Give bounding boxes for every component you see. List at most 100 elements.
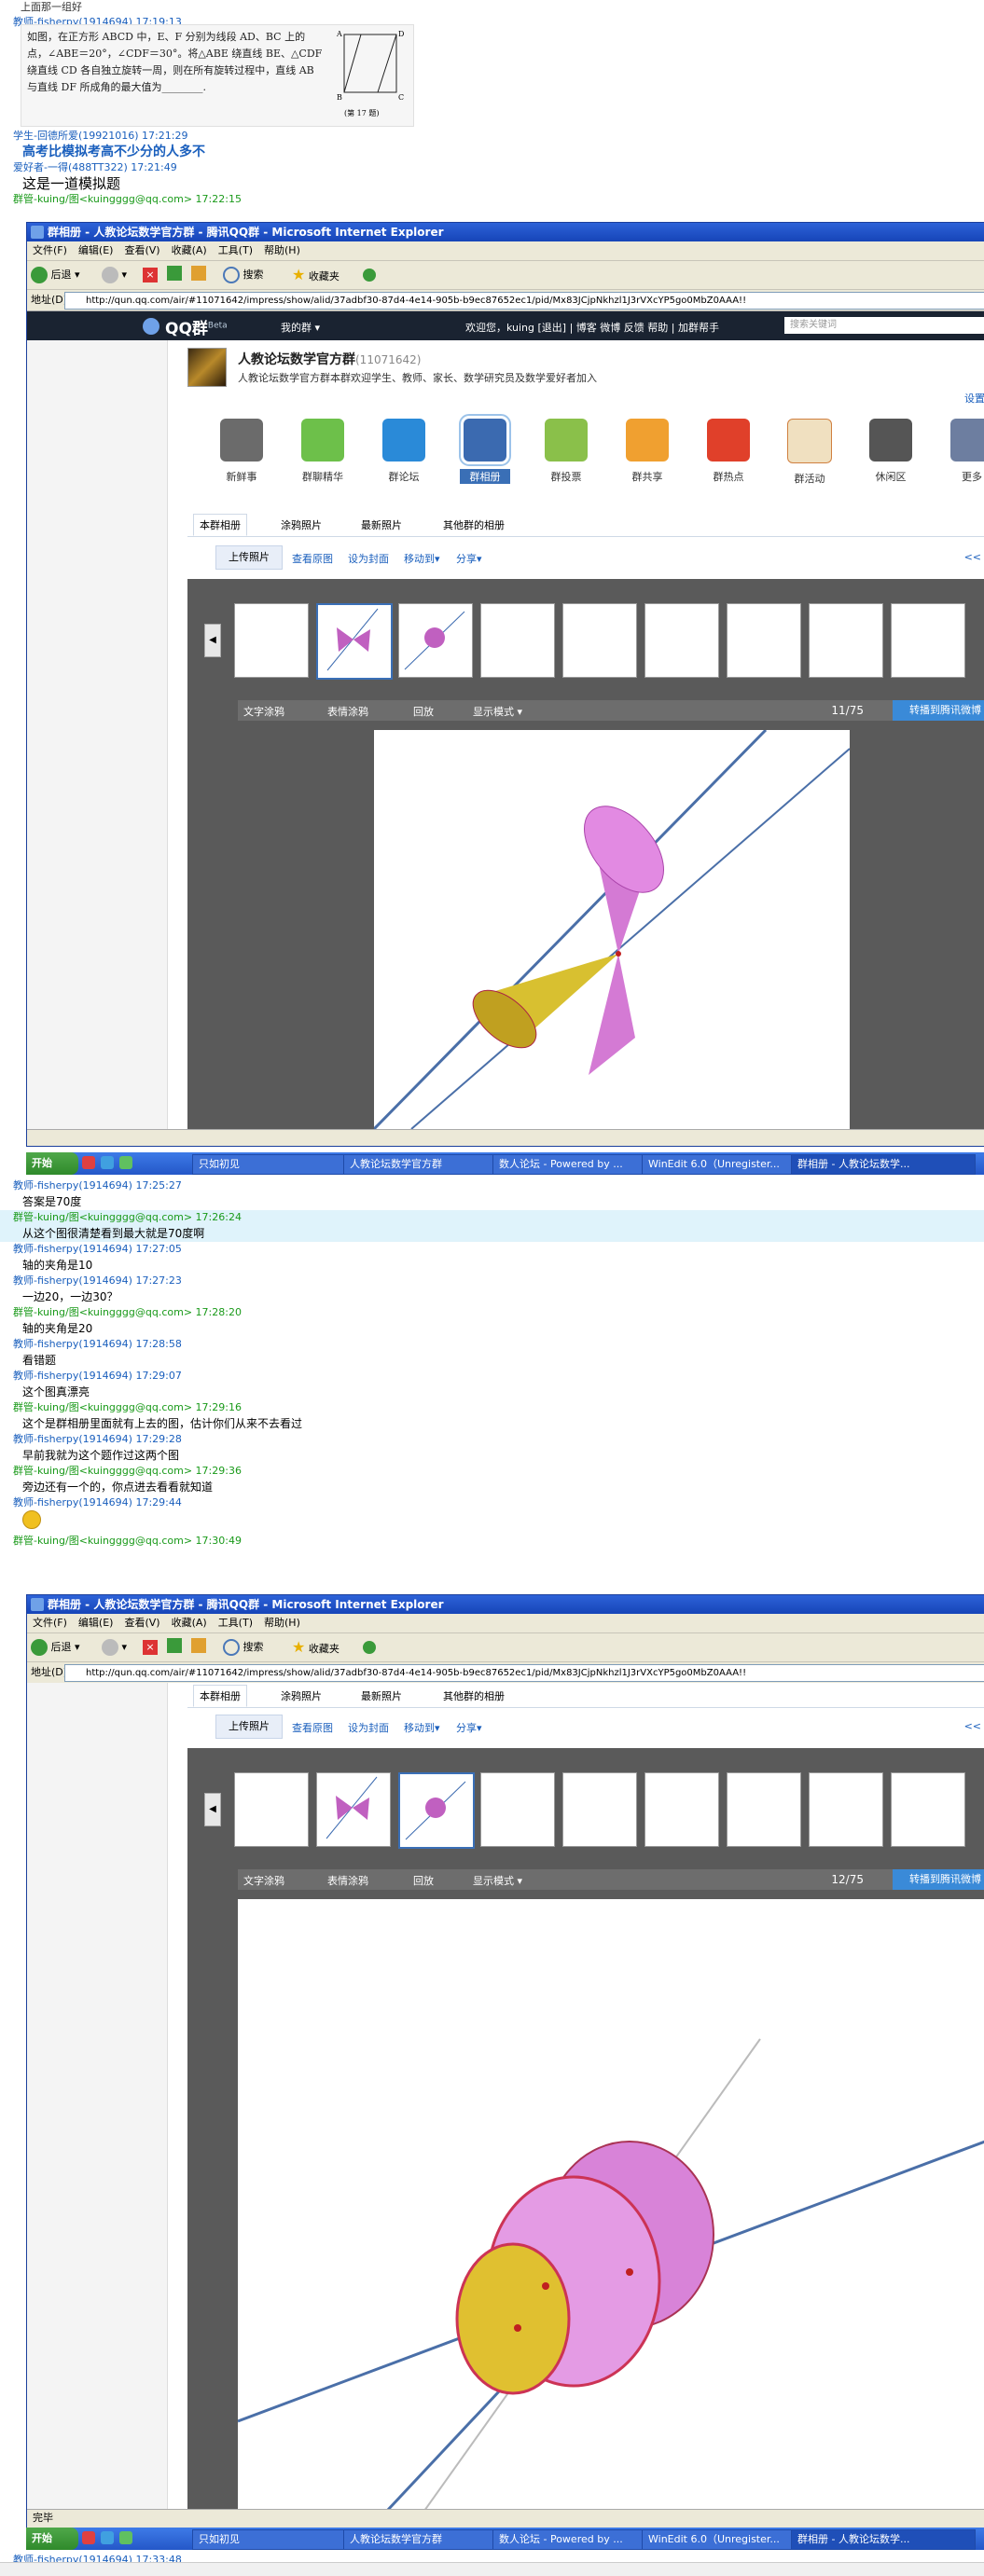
quicklaunch-icon[interactable]: [119, 2531, 132, 2544]
text-doodle-button[interactable]: 文字涂鸦: [243, 1873, 284, 1888]
thumbnail[interactable]: [480, 1772, 555, 1847]
tab-other-albums[interactable]: 其他群的相册: [443, 1688, 505, 1703]
taskbar-item[interactable]: 人教论坛数学官方群: [343, 1154, 495, 1175]
upload-button[interactable]: 上传照片: [215, 1715, 283, 1739]
thumbnail[interactable]: [809, 1772, 883, 1847]
taskbar-item[interactable]: 只如初见: [192, 2529, 349, 2550]
tab-group-album[interactable]: 本群相册: [193, 1685, 247, 1707]
taskbar-item[interactable]: 人教论坛数学官方群: [343, 2529, 495, 2550]
quicklaunch-icon[interactable]: [82, 1156, 95, 1169]
thumbnail[interactable]: [644, 603, 719, 678]
thumbnail[interactable]: [398, 603, 473, 678]
home-button[interactable]: [191, 266, 206, 284]
thumbnail[interactable]: [727, 1772, 801, 1847]
taskbar-item[interactable]: 数人论坛 - Powered by ...: [492, 1154, 644, 1175]
menu-view[interactable]: 查看(V): [124, 1617, 159, 1629]
menu-view[interactable]: 查看(V): [124, 244, 159, 256]
nav-leisure[interactable]: 休闲区: [866, 419, 916, 484]
thumbnail[interactable]: [234, 603, 309, 678]
start-button[interactable]: 开始: [26, 2528, 78, 2550]
window-title-bar[interactable]: 群相册 - 人教论坛数学官方群 - 腾讯QQ群 - Microsoft Inte…: [27, 223, 984, 241]
prev-next-link[interactable]: <<: [964, 551, 981, 563]
url-field[interactable]: http://qun.qq.com/air/#11071642/impress/…: [64, 1664, 984, 1682]
favorites-button[interactable]: ★ 收藏夹: [292, 266, 340, 284]
nav-more[interactable]: 更多: [947, 419, 984, 484]
refresh-button[interactable]: [167, 1638, 182, 1657]
favorites-button[interactable]: ★ 收藏夹: [292, 1638, 340, 1657]
menu-favorites[interactable]: 收藏(A): [172, 244, 207, 256]
thumbnail[interactable]: [727, 603, 801, 678]
search-button[interactable]: 搜索: [223, 1638, 264, 1657]
back-button[interactable]: 后退 ▾: [31, 1638, 80, 1657]
history-button[interactable]: [363, 1638, 376, 1657]
window-title-bar[interactable]: 群相册 - 人教论坛数学官方群 - 腾讯QQ群 - Microsoft Inte…: [27, 1595, 984, 1614]
stop-button[interactable]: ×: [143, 266, 158, 284]
prev-thumbs-button[interactable]: ◀: [204, 1793, 221, 1826]
url-field[interactable]: http://qun.qq.com/air/#11071642/impress/…: [64, 292, 984, 310]
menu-tools[interactable]: 工具(T): [218, 1617, 253, 1629]
quicklaunch-icon[interactable]: [82, 2531, 95, 2544]
nav-hot[interactable]: 群热点: [703, 419, 754, 484]
forward-button[interactable]: ▾: [102, 1638, 127, 1657]
nav-vote[interactable]: 群投票: [541, 419, 591, 484]
display-mode-button[interactable]: 显示模式 ▾: [473, 704, 522, 719]
thumbnail[interactable]: [644, 1772, 719, 1847]
share-weibo-button[interactable]: 转播到腾讯微博: [893, 700, 984, 721]
thumbnail[interactable]: [316, 603, 393, 680]
tab-doodle[interactable]: 涂鸦照片: [281, 1688, 322, 1703]
history-button[interactable]: [363, 266, 376, 284]
nav-chat[interactable]: 群聊精华: [298, 419, 348, 484]
thumbnail[interactable]: [234, 1772, 309, 1847]
share-link[interactable]: 分享▾: [456, 551, 482, 566]
qq-search-input[interactable]: 搜索关键词: [784, 317, 984, 334]
replay-button[interactable]: 回放: [413, 1873, 434, 1888]
quicklaunch-icon[interactable]: [119, 1156, 132, 1169]
back-button[interactable]: 后退 ▾: [31, 266, 80, 284]
menu-favorites[interactable]: 收藏(A): [172, 1617, 207, 1629]
set-cover-link[interactable]: 设为封面: [348, 551, 389, 566]
emoji-doodle-button[interactable]: 表情涂鸦: [327, 704, 368, 719]
menu-help[interactable]: 帮助(H): [264, 1617, 300, 1629]
menu-file[interactable]: 文件(F): [33, 244, 67, 256]
emoji-doodle-button[interactable]: 表情涂鸦: [327, 1873, 368, 1888]
move-to-link[interactable]: 移动到▾: [404, 551, 440, 566]
forward-button[interactable]: ▾: [102, 266, 127, 284]
menu-edit[interactable]: 编辑(E): [78, 1617, 114, 1629]
menu-help[interactable]: 帮助(H): [264, 244, 300, 256]
refresh-button[interactable]: [167, 266, 182, 284]
tab-other-albums[interactable]: 其他群的相册: [443, 517, 505, 532]
taskbar-item[interactable]: 只如初见: [192, 1154, 349, 1175]
thumbnail[interactable]: [398, 1772, 475, 1849]
view-original-link[interactable]: 查看原图: [292, 551, 333, 566]
replay-button[interactable]: 回放: [413, 704, 434, 719]
thumbnail[interactable]: [562, 603, 637, 678]
thumbnail[interactable]: [809, 603, 883, 678]
taskbar-item[interactable]: 群相册 - 人教论坛数学...: [791, 1154, 976, 1175]
my-group-menu[interactable]: 我的群 ▾: [281, 320, 320, 335]
nav-events[interactable]: 群活动: [784, 419, 835, 486]
tab-doodle[interactable]: 涂鸦照片: [281, 517, 322, 532]
thumbnail[interactable]: [480, 603, 555, 678]
taskbar-item[interactable]: WinEdit 6.0（Unregister...: [642, 2529, 794, 2550]
thumbnail[interactable]: [891, 603, 965, 678]
quicklaunch-icon[interactable]: [101, 2531, 114, 2544]
nav-forum[interactable]: 群论坛: [379, 419, 429, 484]
qq-logo[interactable]: QQ群Beta: [165, 315, 228, 338]
menu-file[interactable]: 文件(F): [33, 1617, 67, 1629]
tab-latest[interactable]: 最新照片: [361, 1688, 402, 1703]
nav-news[interactable]: 新鲜事: [216, 419, 267, 484]
move-to-link[interactable]: 移动到▾: [404, 1720, 440, 1735]
taskbar-item[interactable]: 群相册 - 人教论坛数学...: [791, 2529, 976, 2550]
thumbnail[interactable]: [316, 1772, 391, 1847]
taskbar-item[interactable]: 数人论坛 - Powered by ...: [492, 2529, 644, 2550]
tab-latest[interactable]: 最新照片: [361, 517, 402, 532]
text-doodle-button[interactable]: 文字涂鸦: [243, 704, 284, 719]
thumbnail[interactable]: [562, 1772, 637, 1847]
horizontal-scrollbar[interactable]: [0, 2562, 984, 2576]
start-button[interactable]: 开始: [26, 1152, 78, 1175]
menu-edit[interactable]: 编辑(E): [78, 244, 114, 256]
prev-thumbs-button[interactable]: ◀: [204, 624, 221, 657]
thumbnail[interactable]: [891, 1772, 965, 1847]
view-original-link[interactable]: 查看原图: [292, 1720, 333, 1735]
stop-button[interactable]: ×: [143, 1638, 158, 1657]
